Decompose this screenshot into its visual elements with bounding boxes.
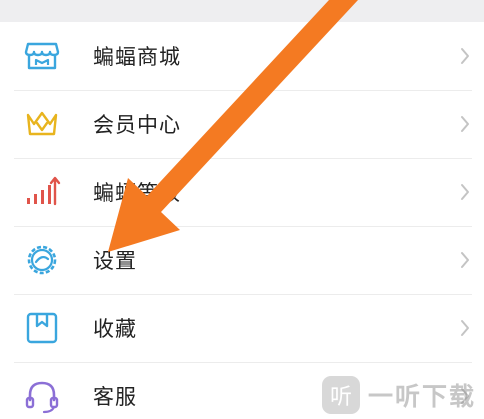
chevron-right-icon <box>461 320 469 336</box>
chevron-right-icon <box>461 48 469 64</box>
chevron-right-icon <box>461 184 469 200</box>
menu-item-label: 设置 <box>93 249 137 273</box>
screen: 蝙蝠商城 会员中心 蝙蝠等级 设置 收藏 客服 听 一听下载 <box>0 0 484 419</box>
menu-item-favorites[interactable]: 收藏 <box>0 294 484 362</box>
bookmark-icon <box>22 308 62 348</box>
menu-item-vip-center[interactable]: 会员中心 <box>0 90 484 158</box>
menu-item-label: 蝙蝠商城 <box>93 45 181 69</box>
headset-icon <box>22 376 62 416</box>
menu-item-label: 客服 <box>93 385 137 409</box>
menu-item-level[interactable]: 蝙蝠等级 <box>0 158 484 226</box>
menu-item-settings[interactable]: 设置 <box>0 226 484 294</box>
watermark-logo-icon: 听 <box>321 376 360 414</box>
menu-item-store[interactable]: 蝙蝠商城 <box>0 22 484 90</box>
menu-item-label: 会员中心 <box>93 113 181 137</box>
level-chart-icon <box>22 172 62 212</box>
watermark-text: 一听下载 <box>367 382 476 411</box>
menu-item-label: 蝙蝠等级 <box>93 181 181 205</box>
top-divider-strip <box>0 0 484 22</box>
gear-icon <box>22 240 62 280</box>
chevron-right-icon <box>461 252 469 268</box>
menu-list: 蝙蝠商城 会员中心 蝙蝠等级 设置 收藏 客服 <box>0 22 484 419</box>
chevron-right-icon <box>461 116 469 132</box>
crown-icon <box>22 104 62 144</box>
menu-item-label: 收藏 <box>93 317 137 341</box>
store-icon <box>22 36 62 76</box>
watermark: 听 一听下载 <box>321 375 476 415</box>
